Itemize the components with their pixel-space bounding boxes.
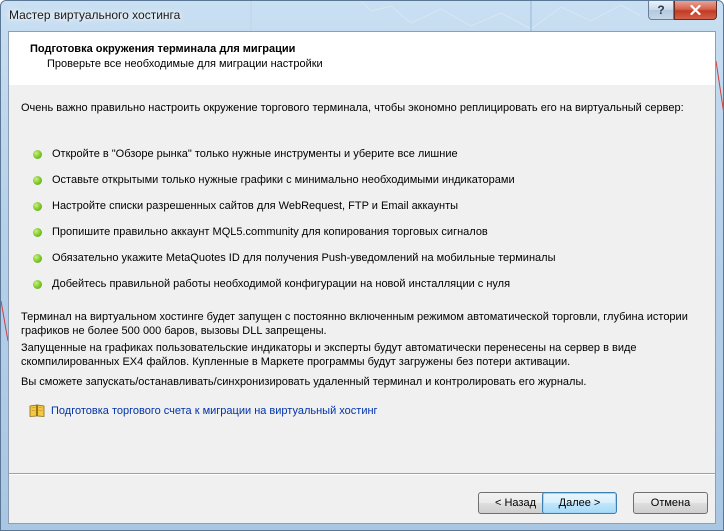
help-link-row[interactable]: Подготовка торгового счета к миграции на… <box>29 404 378 417</box>
wizard-client-area: Подготовка окружения терминала для мигра… <box>8 31 716 524</box>
checklist-item-text: Пропишите правильно аккаунт MQL5.communi… <box>52 226 488 238</box>
green-bullet-icon <box>33 176 42 185</box>
window-controls: ? <box>648 1 717 20</box>
checklist-item-text: Добейтесь правильной работы необходимой … <box>52 278 511 290</box>
checklist-item: Обязательно укажите MetaQuotes ID для по… <box>33 250 555 276</box>
migration-note: Запущенные на графиках пользовательские … <box>21 342 637 368</box>
help-link[interactable]: Подготовка торгового счета к миграции на… <box>51 405 378 417</box>
cancel-button[interactable]: Отмена <box>633 492 708 514</box>
trading-mode-note: Терминал на виртуальном хостинге будет з… <box>21 311 688 337</box>
control-note: Вы сможете запускать/останавливать/синхр… <box>21 376 587 388</box>
checklist-item: Добейтесь правильной работы необходимой … <box>33 276 555 302</box>
page-subtitle: Проверьте все необходимые для миграции н… <box>47 58 323 70</box>
window-title: Мастер виртуального хостинга <box>9 8 181 22</box>
checklist-item-text: Оставьте открытыми только нужные графики… <box>52 174 515 186</box>
checklist-item: Откройте в "Обзоре рынка" только нужные … <box>33 146 555 172</box>
wizard-header: Подготовка окружения терминала для мигра… <box>9 32 715 85</box>
next-button[interactable]: Далее > <box>542 492 617 514</box>
green-bullet-icon <box>33 254 42 263</box>
close-icon <box>690 5 701 15</box>
green-bullet-icon <box>33 280 42 289</box>
wizard-window: Мастер виртуального хостинга ? Подготовк… <box>0 0 724 531</box>
green-bullet-icon <box>33 150 42 159</box>
checklist: Откройте в "Обзоре рынка" только нужные … <box>33 146 555 302</box>
page-title: Подготовка окружения терминала для мигра… <box>30 43 296 55</box>
book-icon <box>29 404 45 417</box>
checklist-item-text: Обязательно укажите MetaQuotes ID для по… <box>52 252 556 264</box>
checklist-item: Настройте списки разрешенных сайтов для … <box>33 198 555 224</box>
header-divider <box>9 84 715 85</box>
intro-text: Очень важно правильно настроить окружени… <box>21 102 684 114</box>
checklist-item-text: Настройте списки разрешенных сайтов для … <box>52 200 459 212</box>
footer-divider-highlight <box>9 474 715 475</box>
green-bullet-icon <box>33 228 42 237</box>
checklist-item-text: Откройте в "Обзоре рынка" только нужные … <box>52 148 458 160</box>
green-bullet-icon <box>33 202 42 211</box>
checklist-item: Пропишите правильно аккаунт MQL5.communi… <box>33 224 555 250</box>
help-icon: ? <box>657 3 665 17</box>
help-button[interactable]: ? <box>648 1 674 20</box>
checklist-item: Оставьте открытыми только нужные графики… <box>33 172 555 198</box>
close-button[interactable] <box>674 1 717 20</box>
title-bar[interactable]: Мастер виртуального хостинга ? <box>1 1 723 31</box>
